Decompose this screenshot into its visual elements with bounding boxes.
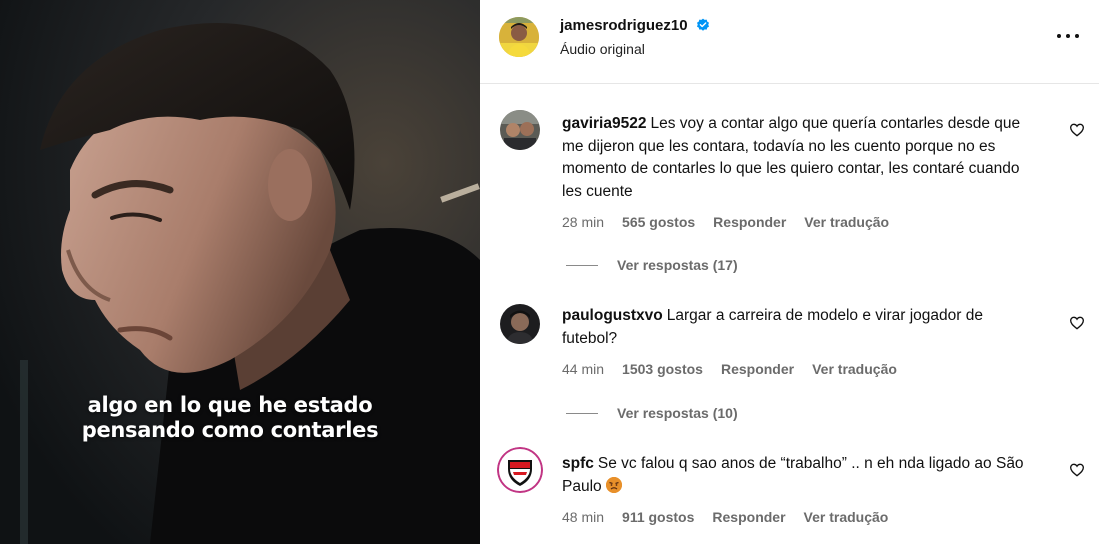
- comment-meta: 44 min 1503 gostos Responder Ver traduçã…: [562, 361, 897, 377]
- angry-face-emoji-icon: [605, 476, 622, 493]
- comment-time[interactable]: 48 min: [562, 509, 604, 525]
- video-frame-illustration: [0, 0, 480, 544]
- comment-username[interactable]: paulogustxvo: [562, 307, 663, 324]
- view-replies-button[interactable]: Ver respostas (17): [566, 257, 738, 273]
- author-username-text[interactable]: jamesrodriguez10: [560, 17, 688, 34]
- reel-video[interactable]: algo en lo que he estado pensando como c…: [0, 0, 480, 544]
- comment-body: gaviria9522 Les voy a contar algo que que…: [562, 113, 1038, 203]
- reply-button[interactable]: Responder: [712, 509, 785, 525]
- more-horizontal-icon[interactable]: [1057, 30, 1079, 42]
- comment-likes[interactable]: 911 gostos: [622, 509, 694, 525]
- post-header: jamesrodriguez10 Áudio original: [480, 0, 1099, 84]
- view-replies-label[interactable]: Ver respostas (17): [617, 257, 738, 273]
- commenter-avatar[interactable]: [500, 110, 540, 150]
- replies-divider: [566, 264, 598, 266]
- comment-text: Se vc falou q sao anos de “trabalho” .. …: [562, 455, 1024, 495]
- comment-meta: 48 min 911 gostos Responder Ver tradução: [562, 509, 888, 525]
- translate-button[interactable]: Ver tradução: [804, 509, 889, 525]
- author-username[interactable]: jamesrodriguez10: [560, 17, 710, 34]
- translate-button[interactable]: Ver tradução: [812, 361, 897, 377]
- like-heart-icon[interactable]: [1069, 315, 1085, 331]
- view-replies-label[interactable]: Ver respostas (10): [617, 405, 738, 421]
- view-replies-button[interactable]: Ver respostas (10): [566, 405, 738, 421]
- comment-likes[interactable]: 1503 gostos: [622, 361, 703, 377]
- commenter-avatar[interactable]: [497, 447, 543, 493]
- like-heart-icon[interactable]: [1069, 462, 1085, 478]
- author-avatar[interactable]: [499, 17, 539, 57]
- verified-badge-icon: [696, 18, 709, 31]
- comment-time[interactable]: 44 min: [562, 361, 604, 377]
- comment-likes[interactable]: 565 gostos: [622, 214, 695, 230]
- comment-meta: 28 min 565 gostos Responder Ver tradução: [562, 214, 889, 230]
- comment-time[interactable]: 28 min: [562, 214, 604, 230]
- original-audio-link[interactable]: Áudio original: [560, 41, 645, 57]
- caption-line: pensando como contarles: [81, 418, 379, 442]
- replies-divider: [566, 412, 598, 414]
- comment-body: spfc Se vc falou q sao anos de “trabalho”…: [562, 453, 1038, 498]
- commenter-avatar[interactable]: [500, 304, 540, 344]
- like-heart-icon[interactable]: [1069, 122, 1085, 138]
- caption-line: algo en lo que he estado: [87, 393, 373, 417]
- video-caption: algo en lo que he estado pensando como c…: [0, 393, 480, 443]
- comments-panel: jamesrodriguez10 Áudio original gaviria9…: [480, 0, 1099, 544]
- translate-button[interactable]: Ver tradução: [804, 214, 889, 230]
- comment-body: paulogustxvo Largar a carreira de modelo …: [562, 305, 1038, 350]
- reply-button[interactable]: Responder: [721, 361, 794, 377]
- reply-button[interactable]: Responder: [713, 214, 786, 230]
- comment-username[interactable]: spfc: [562, 455, 594, 472]
- comment-username[interactable]: gaviria9522: [562, 115, 646, 132]
